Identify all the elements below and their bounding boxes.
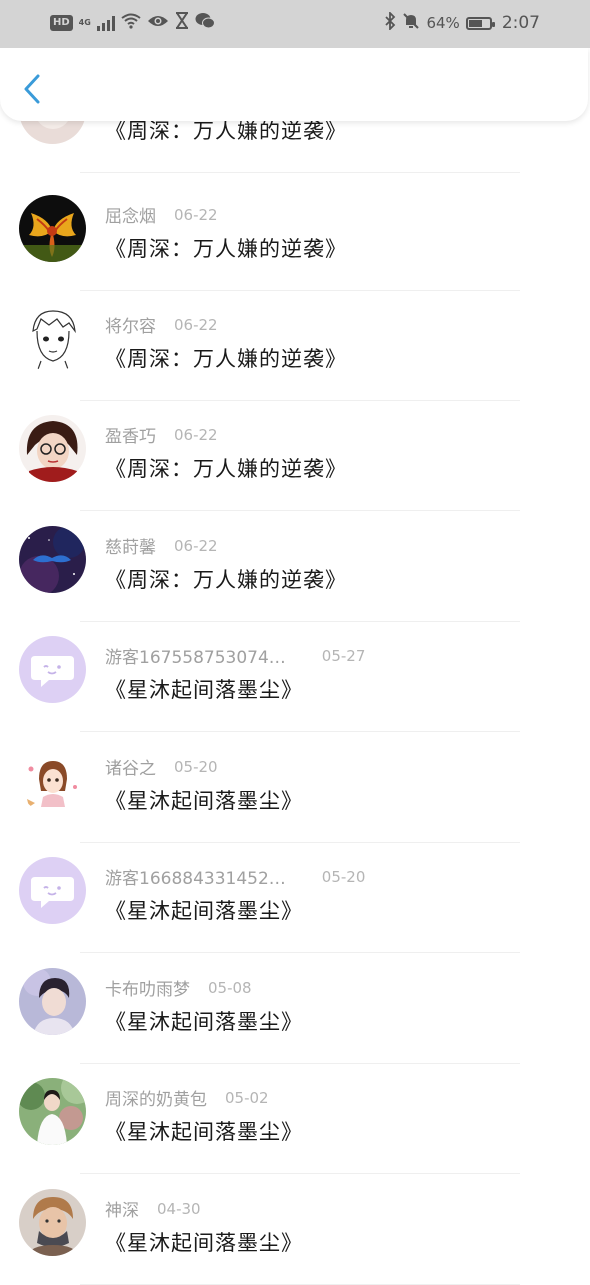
read-date: 06-22 — [174, 315, 218, 334]
item-meta: 诸谷之 05-20 — [105, 754, 218, 780]
mute-icon — [402, 12, 420, 34]
book-title[interactable]: 《周深：万人嫌的逆袭》 — [105, 453, 347, 483]
user-name: 将尔容 — [105, 317, 156, 337]
list-item[interactable]: 游客167558753074… 05-27 《星沐起间落墨尘》 — [0, 622, 590, 732]
read-date: 05-08 — [208, 978, 252, 997]
list-item[interactable]: 诸谷之 05-20 《星沐起间落墨尘》 — [0, 733, 590, 843]
read-date: 05-27 — [321, 646, 366, 665]
back-button[interactable] — [18, 72, 48, 106]
read-date: 05-02 — [225, 1088, 269, 1107]
eye-icon — [147, 13, 169, 33]
list-item[interactable]: 将尔容 06-22 《周深：万人嫌的逆袭》 — [0, 291, 590, 401]
hourglass-icon — [175, 12, 189, 33]
list-item[interactable]: 周深的奶黄包 05-02 《星沐起间落墨尘》 — [0, 1064, 590, 1174]
network-type: 4G — [78, 18, 91, 27]
book-title[interactable]: 《星沐起间落墨尘》 — [105, 785, 303, 815]
user-avatar[interactable] — [19, 1078, 86, 1145]
user-name: 慈莳馨 — [105, 538, 156, 558]
user-avatar[interactable] — [19, 747, 86, 814]
user-name: 神深 — [105, 1201, 139, 1221]
divider — [80, 1173, 520, 1174]
list-item[interactable]: 卡布叻雨梦 05-08 《星沐起间落墨尘》 — [0, 954, 590, 1064]
status-left: HD 4G — [50, 12, 215, 33]
list-item[interactable]: 盈香巧 06-22 《周深：万人嫌的逆袭》 — [0, 401, 590, 511]
battery-percent: 64% — [426, 14, 460, 32]
book-title[interactable]: 《星沐起间落墨尘》 — [105, 674, 303, 704]
user-name: 盈香巧 — [105, 427, 156, 447]
book-title[interactable]: 《星沐起间落墨尘》 — [105, 895, 303, 925]
divider — [80, 172, 520, 173]
user-name: 屈念烟 — [105, 207, 156, 227]
user-name: 游客167558753074… — [105, 648, 286, 668]
item-meta: 神深 04-30 — [105, 1196, 201, 1222]
bluetooth-icon — [384, 10, 396, 34]
book-title[interactable]: 《星沐起间落墨尘》 — [105, 1116, 303, 1146]
divider — [80, 952, 520, 953]
item-meta: 游客166884331452… 05-20 — [105, 864, 366, 890]
item-meta: 盈香巧 06-22 — [105, 422, 218, 448]
user-avatar[interactable] — [19, 415, 86, 482]
nav-bar — [0, 48, 588, 121]
read-date: 06-22 — [174, 205, 218, 224]
status-bar: HD 4G 64% 2:07 — [0, 0, 590, 48]
user-name: 诸谷之 — [105, 759, 156, 779]
user-avatar[interactable] — [19, 857, 86, 924]
read-date: 05-20 — [321, 867, 366, 886]
wechat-icon — [195, 12, 215, 33]
book-title[interactable]: 《星沐起间落墨尘》 — [105, 1006, 303, 1036]
user-avatar[interactable] — [19, 526, 86, 593]
user-name: 游客166884331452… — [105, 869, 286, 889]
item-meta: 卡布叻雨梦 05-08 — [105, 975, 252, 1001]
list-item[interactable]: 慈莳馨 06-22 《周深：万人嫌的逆袭》 — [0, 512, 590, 622]
user-avatar[interactable] — [19, 968, 86, 1035]
chevron-left-icon — [24, 74, 40, 104]
clock: 2:07 — [501, 13, 540, 33]
book-title[interactable]: 《周深：万人嫌的逆袭》 — [105, 343, 347, 373]
read-date: 06-22 — [174, 536, 218, 555]
book-title[interactable]: 《星沐起间落墨尘》 — [105, 1227, 303, 1257]
list-item[interactable]: 神深 04-30 《星沐起间落墨尘》 — [0, 1175, 590, 1285]
list-item[interactable]: 游客166884331452… 05-20 《星沐起间落墨尘》 — [0, 843, 590, 953]
user-name: 周深的奶黄包 — [105, 1090, 207, 1110]
item-meta: 屈念烟 06-22 — [105, 202, 218, 228]
hd-badge: HD — [50, 14, 73, 31]
signal-icon — [96, 15, 115, 31]
user-avatar[interactable] — [19, 1189, 86, 1256]
wifi-icon — [121, 13, 141, 33]
read-date: 05-20 — [174, 757, 218, 776]
item-meta: 周深的奶黄包 05-02 — [105, 1085, 269, 1111]
book-title[interactable]: 《周深：万人嫌的逆袭》 — [105, 233, 347, 263]
user-avatar[interactable] — [19, 195, 86, 262]
battery-fill — [468, 19, 482, 27]
item-meta: 游客167558753074… 05-27 — [105, 643, 366, 669]
read-date: 04-30 — [157, 1199, 201, 1218]
divider — [80, 510, 520, 511]
book-title[interactable]: 《周深：万人嫌的逆袭》 — [105, 564, 347, 594]
user-avatar[interactable] — [19, 636, 86, 703]
divider — [80, 731, 520, 732]
user-avatar[interactable] — [19, 305, 86, 372]
user-name: 卡布叻雨梦 — [105, 980, 190, 1000]
item-meta: 将尔容 06-22 — [105, 312, 218, 338]
status-right: 64% 2:07 — [384, 10, 540, 34]
battery-icon — [465, 16, 495, 30]
list-item[interactable]: 屈念烟 06-22 《周深：万人嫌的逆袭》 — [0, 181, 590, 291]
read-date: 06-22 — [174, 425, 218, 444]
item-meta: 慈莳馨 06-22 — [105, 533, 218, 559]
